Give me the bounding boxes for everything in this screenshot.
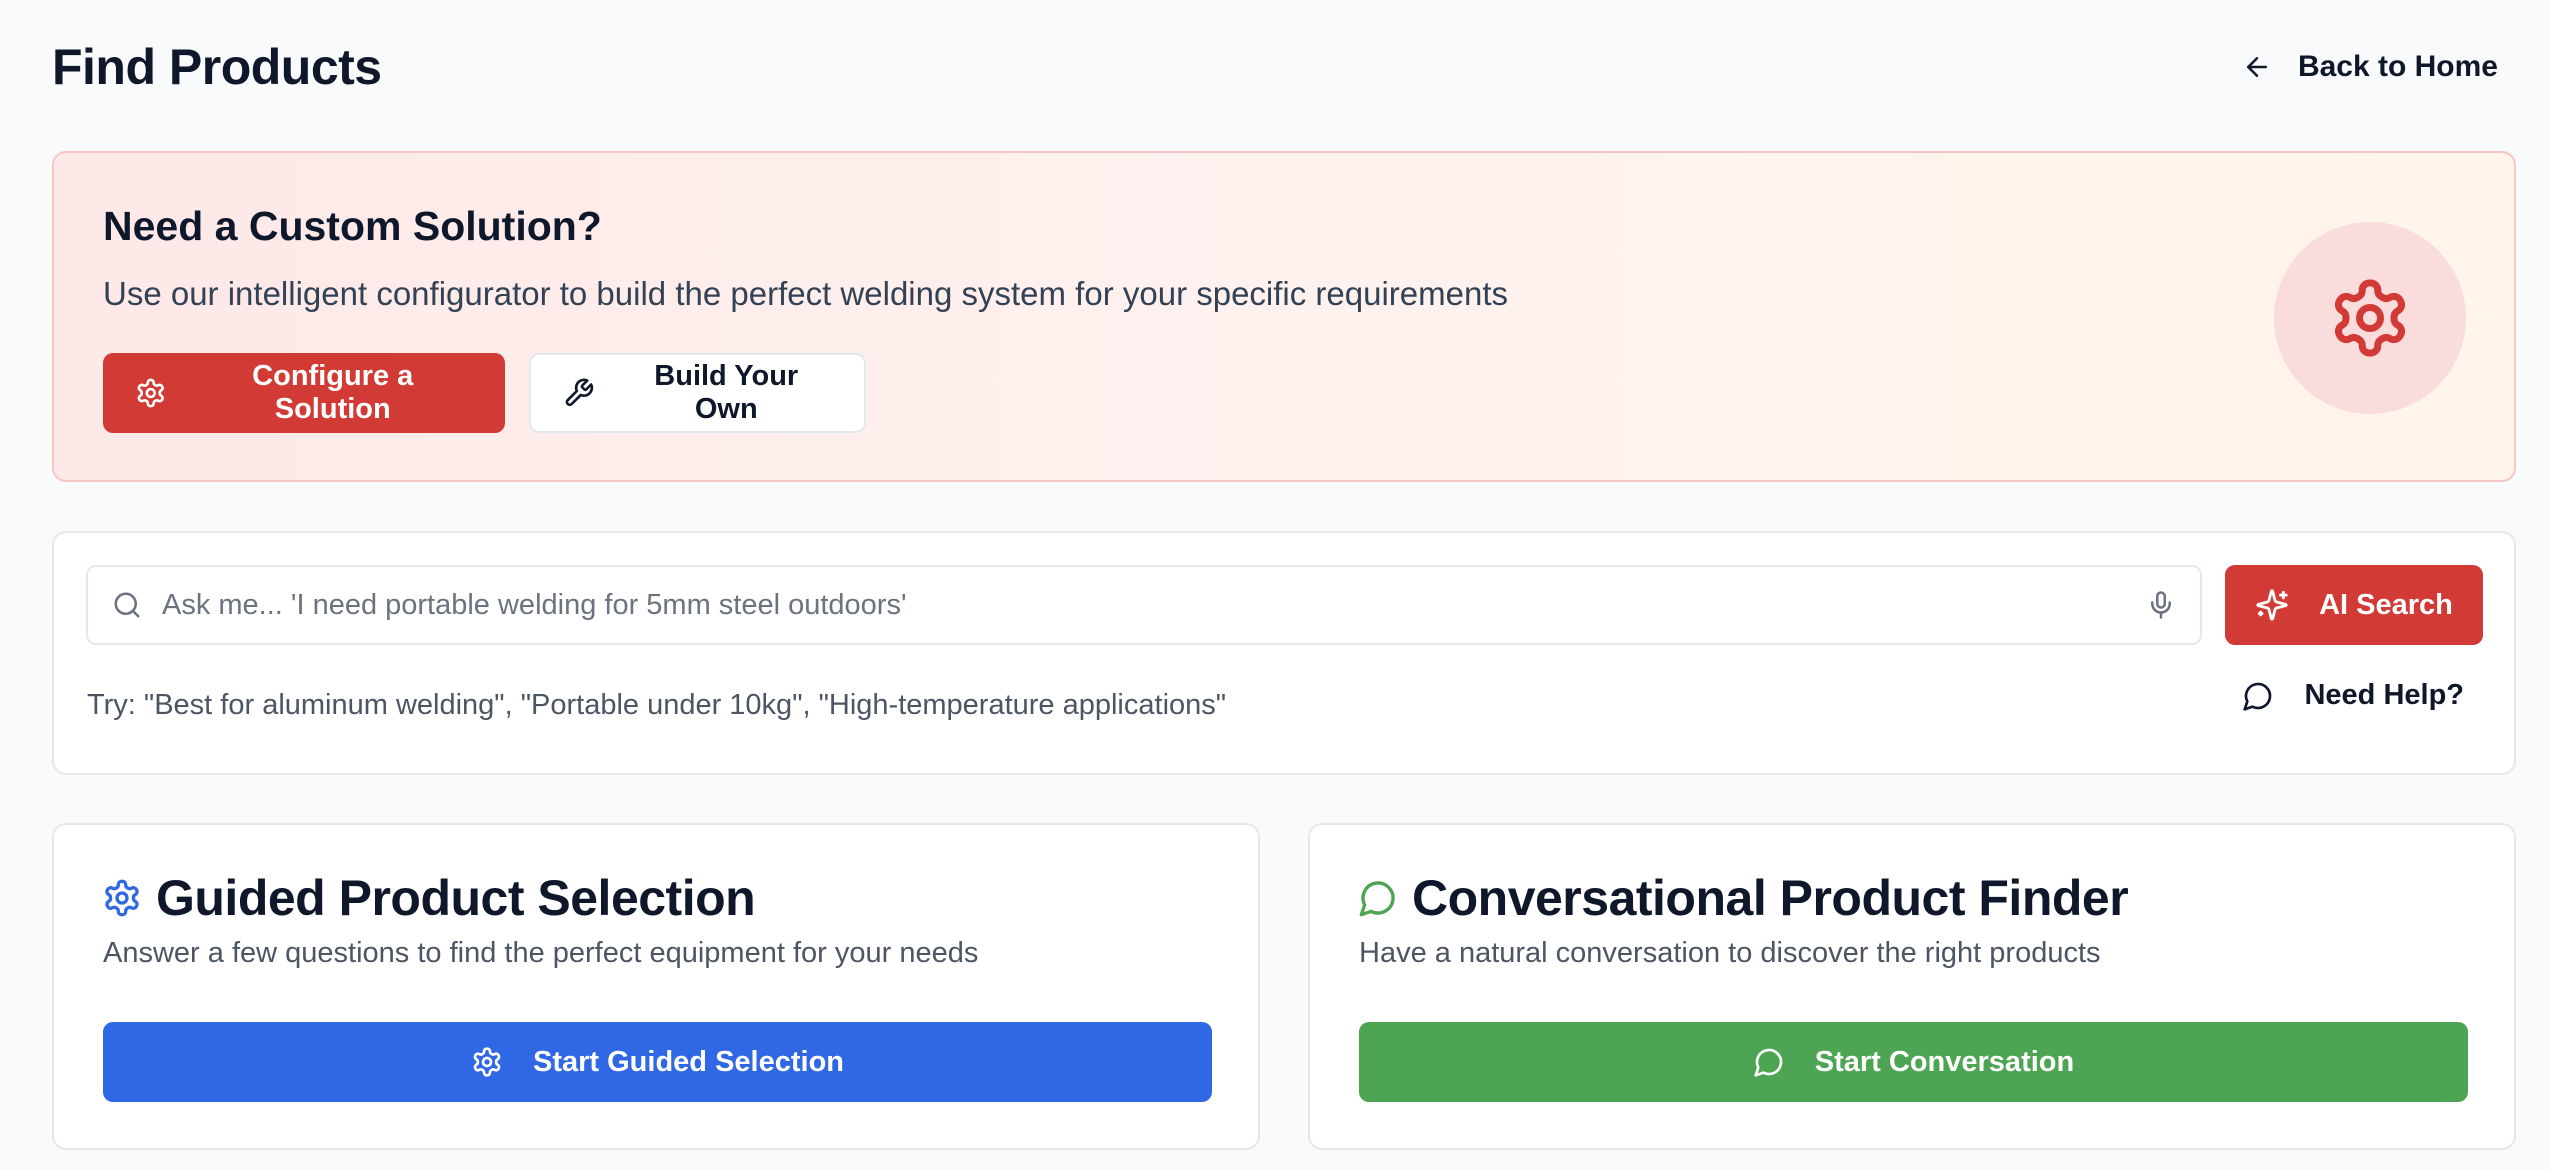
promo-title: Need a Custom Solution?: [103, 203, 602, 249]
ai-search-button[interactable]: AI Search: [2225, 565, 2483, 645]
build-your-own-label: Build Your Own: [654, 360, 799, 425]
arrow-left-icon: [2246, 57, 2267, 77]
search-suggestions: Try: "Best for aluminum welding", "Porta…: [87, 689, 1227, 721]
page-header: Find Products Back to Home: [52, 30, 2498, 104]
need-help-button[interactable]: Need Help?: [2242, 679, 2464, 712]
start-guided-selection-label: Start Guided Selection: [533, 1045, 844, 1078]
sparkles-icon: [2256, 589, 2288, 621]
conversational-finder-description: Have a natural conversation to discover …: [1359, 937, 2101, 969]
guided-selection-header: Guided Product Selection: [102, 869, 756, 927]
search-input[interactable]: [162, 588, 2146, 622]
conversational-finder-header: Conversational Product Finder: [1358, 869, 2129, 927]
guided-selection-description: Answer a few questions to find the perfe…: [103, 937, 979, 969]
build-your-own-button[interactable]: Build Your Own: [529, 353, 866, 433]
start-guided-selection-button[interactable]: Start Guided Selection: [103, 1022, 1212, 1102]
back-to-home-button[interactable]: Back to Home: [2232, 40, 2498, 94]
custom-solution-banner: Need a Custom Solution? Use our intellig…: [52, 151, 2516, 482]
start-conversation-button[interactable]: Start Conversation: [1359, 1022, 2468, 1102]
guided-selection-title: Guided Product Selection: [156, 870, 756, 926]
promo-actions: Configure a Solution Build Your Own: [103, 353, 866, 433]
configure-solution-button[interactable]: Configure a Solution: [103, 353, 505, 433]
search-icon: [114, 592, 140, 618]
page-title: Find Products: [52, 39, 382, 95]
configure-solution-label: Configure a Solution: [252, 360, 414, 425]
ai-search-label: AI Search: [2319, 588, 2453, 621]
microphone-icon[interactable]: [2146, 590, 2176, 620]
message-circle-icon: [1358, 878, 1398, 918]
need-help-label: Need Help?: [2304, 679, 2464, 711]
guided-selection-card: Guided Product Selection Answer a few qu…: [52, 823, 1260, 1150]
gear-icon: [2328, 276, 2412, 360]
ai-search-panel: AI Search Try: "Best for aluminum weldin…: [52, 531, 2516, 775]
wrench-icon: [565, 378, 594, 407]
message-circle-icon: [2242, 680, 2274, 712]
gear-icon: [471, 1046, 503, 1078]
configurator-badge: [2274, 222, 2466, 414]
conversational-finder-title: Conversational Product Finder: [1412, 870, 2129, 926]
back-to-home-label: Back to Home: [2297, 50, 2498, 83]
gear-icon: [135, 377, 166, 409]
search-box: [86, 565, 2202, 645]
promo-subtitle: Use our intelligent configurator to buil…: [103, 275, 1509, 312]
gear-icon: [102, 878, 142, 918]
conversational-finder-card: Conversational Product Finder Have a nat…: [1308, 823, 2516, 1150]
message-circle-icon: [1753, 1046, 1785, 1078]
start-conversation-label: Start Conversation: [1814, 1045, 2075, 1078]
